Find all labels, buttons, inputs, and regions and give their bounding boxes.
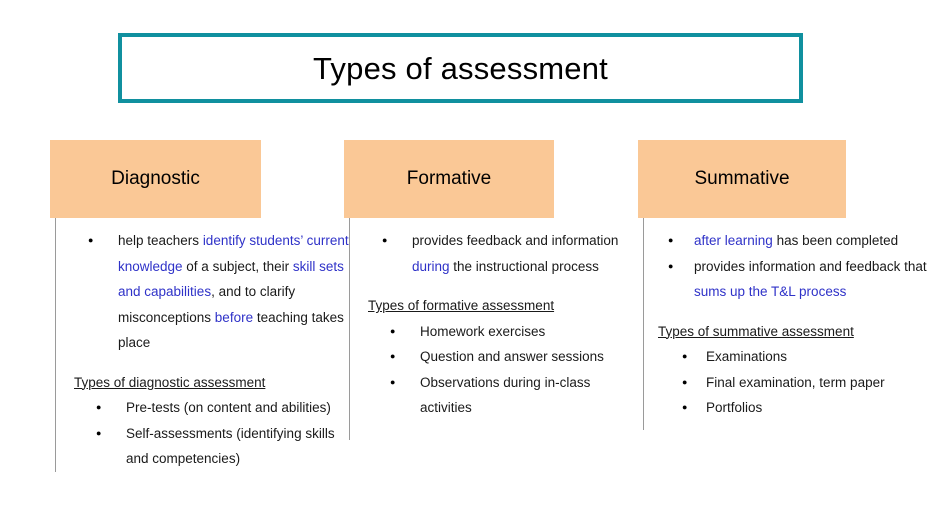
column-body-formative: provides feedback and information during…	[349, 218, 644, 440]
list-item: Self-assessments (identifying skills and…	[66, 421, 350, 472]
page-title: Types of assessment	[313, 50, 608, 86]
sub-heading-diagnostic: Types of diagnostic assessment	[74, 374, 266, 390]
plain-text: provides information and feedback that	[694, 258, 927, 274]
sub-bullet-list-formative: Homework exercises Question and answer s…	[360, 319, 644, 421]
list-item: provides information and feedback that s…	[654, 254, 943, 305]
list-item: after learning has been completed	[654, 228, 943, 254]
plain-text: of a subject, their	[182, 258, 293, 274]
plain-text: provides feedback and information	[412, 233, 619, 248]
list-item: Pre-tests (on content and abilities)	[66, 395, 350, 421]
list-item: Portfolios	[654, 395, 943, 421]
sub-heading-summative: Types of summative assessment	[658, 323, 854, 339]
title-box: Types of assessment	[118, 33, 803, 103]
sub-heading-formative: Types of formative assessment	[368, 298, 555, 313]
column-header-label: Summative	[694, 168, 790, 189]
sub-bullet-list-diagnostic: Pre-tests (on content and abilities) Sel…	[66, 395, 350, 472]
plain-text: the instructional process	[449, 258, 599, 274]
list-item: Final examination, term paper	[654, 370, 943, 396]
main-bullet-list-summative: after learning has been completed provid…	[654, 228, 943, 305]
highlighted-text: before	[214, 309, 254, 325]
highlighted-text: sums up the T&L process	[694, 284, 847, 299]
column-body-summative: after learning has been completed provid…	[643, 218, 943, 430]
list-item: Homework exercises	[360, 319, 644, 345]
list-item: provides feedback and information during…	[360, 228, 644, 279]
column-body-diagnostic: help teachers identify students’ current…	[55, 218, 350, 472]
plain-text: has been completed	[772, 233, 899, 248]
column-diagnostic: Diagnostic help teachers identify studen…	[50, 140, 350, 472]
column-header-label: Diagnostic	[111, 168, 200, 189]
main-bullet-list-formative: provides feedback and information during…	[360, 228, 644, 279]
column-header-formative: Formative	[344, 140, 554, 218]
list-item: Question and answer sessions	[360, 344, 644, 370]
list-item: Observations during in-class activities	[360, 370, 644, 421]
column-header-label: Formative	[406, 168, 492, 189]
list-item: help teachers identify students’ current…	[66, 228, 350, 356]
column-header-diagnostic: Diagnostic	[50, 140, 261, 218]
column-formative: Formative provides feedback and informat…	[344, 140, 644, 440]
sub-bullet-list-summative: Examinations Final examination, term pap…	[654, 344, 943, 421]
list-item: Examinations	[654, 344, 943, 370]
column-summative: Summative after learning has been comple…	[638, 140, 943, 430]
plain-text: help teachers	[118, 233, 203, 248]
highlighted-text: during	[412, 258, 450, 274]
main-bullet-list-diagnostic: help teachers identify students’ current…	[66, 228, 350, 356]
highlighted-text: after learning	[694, 233, 773, 248]
column-header-summative: Summative	[638, 140, 846, 218]
